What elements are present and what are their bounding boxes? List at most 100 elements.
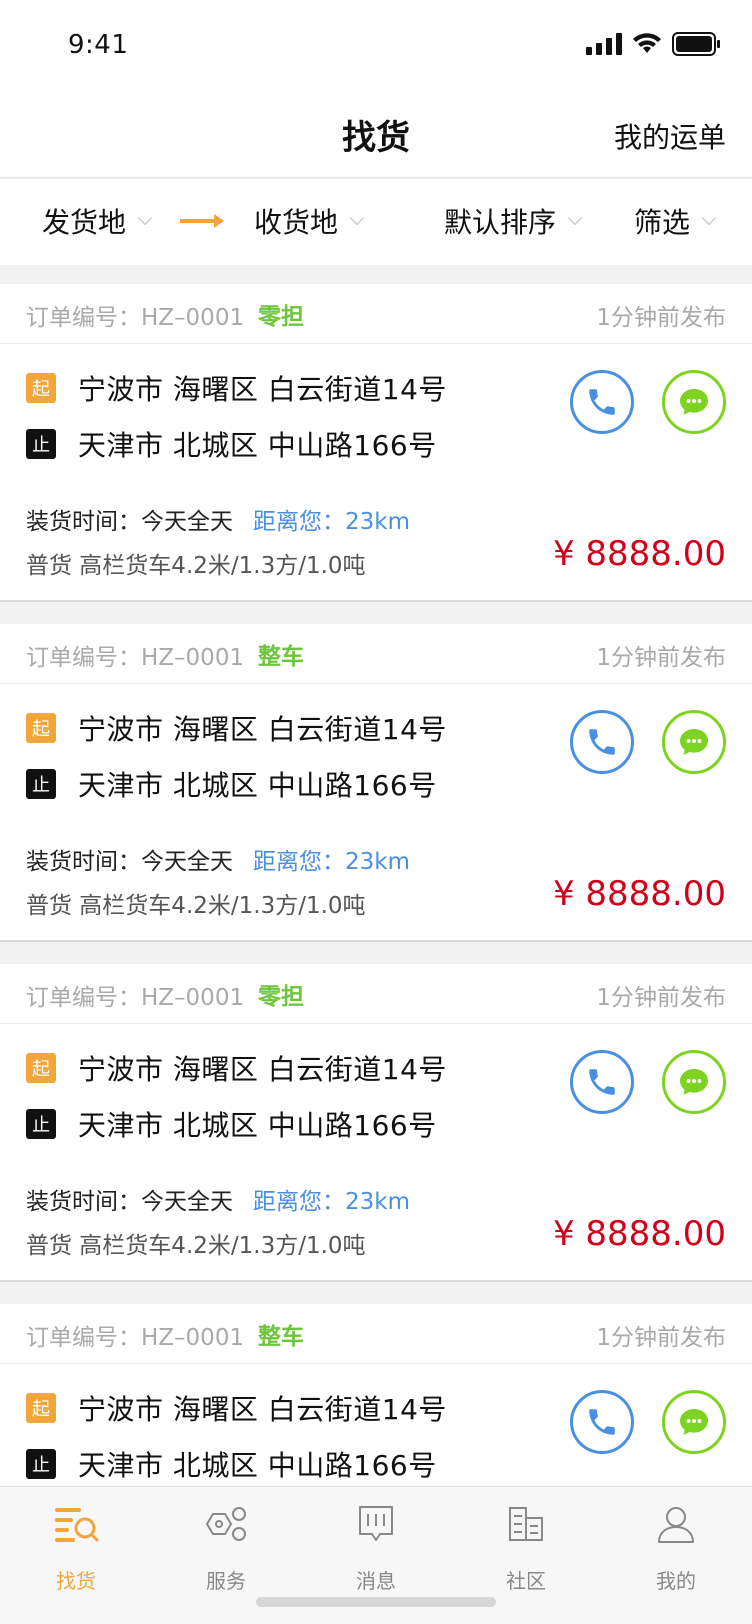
- load-time: 装货时间：今天全天: [26, 1189, 233, 1215]
- chevron-down-icon: [701, 210, 717, 226]
- order-type-tag: 整车: [258, 1324, 304, 1350]
- tab-find-goods[interactable]: 找货: [16, 1499, 136, 1594]
- order-number: 订单编号：HZ–0001: [26, 985, 245, 1011]
- nav-bar: 找货 我的运单: [0, 88, 752, 178]
- tab-label: 我的: [656, 1569, 696, 1593]
- home-indicator[interactable]: [256, 1597, 496, 1607]
- order-card-header: 订单编号：HZ–0001 零担 1分钟前发布: [0, 964, 752, 1024]
- chat-icon: [680, 389, 708, 415]
- call-button[interactable]: [570, 1390, 634, 1454]
- destination-filter[interactable]: 收货地: [254, 201, 365, 241]
- price: ¥ 8888.00: [552, 1214, 726, 1254]
- chevron-down-icon: [349, 210, 365, 226]
- community-icon: [509, 1507, 543, 1541]
- start-badge: 起: [26, 713, 56, 743]
- chat-button[interactable]: [662, 710, 726, 774]
- call-button[interactable]: [570, 370, 634, 434]
- message-icon: [359, 1506, 393, 1541]
- tab-bar: 找货 服务 消息 社区 我的: [0, 1486, 752, 1624]
- origin-address: 宁波市 海曙区 白云街道14号: [78, 1393, 447, 1426]
- order-type-tag: 零担: [258, 304, 304, 330]
- posted-time: 1分钟前发布: [596, 645, 726, 671]
- chat-icon: [680, 1409, 708, 1435]
- chat-button[interactable]: [662, 370, 726, 434]
- destination-address-row: 止 天津市 北城区 中山路166号: [26, 764, 437, 804]
- end-badge: 止: [26, 429, 56, 459]
- order-type-tag: 整车: [258, 644, 304, 670]
- call-button[interactable]: [570, 710, 634, 774]
- end-badge: 止: [26, 769, 56, 799]
- distance: 距离您：23km: [253, 509, 410, 535]
- status-icons: [586, 32, 720, 56]
- posted-time: 1分钟前发布: [596, 985, 726, 1011]
- load-time: 装货时间：今天全天: [26, 509, 233, 535]
- tab-profile[interactable]: 我的: [616, 1499, 736, 1594]
- origin-address-row: 起 宁波市 海曙区 白云街道14号: [26, 708, 447, 748]
- destination-address-row: 止 天津市 北城区 中山路166号: [26, 1444, 437, 1484]
- tab-label: 消息: [356, 1569, 396, 1593]
- phone-icon: [589, 389, 615, 415]
- tab-service[interactable]: 服务: [166, 1499, 286, 1594]
- destination-address-row: 止 天津市 北城区 中山路166号: [26, 1104, 437, 1144]
- posted-time: 1分钟前发布: [596, 1325, 726, 1351]
- goods-info: 普货 高栏货车4.2米/1.3方/1.0吨: [26, 893, 366, 919]
- route-arrow-icon: [180, 214, 224, 228]
- destination-address: 天津市 北城区 中山路166号: [78, 429, 437, 462]
- battery-icon: [672, 32, 720, 56]
- price: ¥ 8888.00: [552, 874, 726, 914]
- profile-icon: [658, 1507, 694, 1543]
- destination-address: 天津市 北城区 中山路166号: [78, 1109, 437, 1142]
- order-card[interactable]: 订单编号：HZ–0001 整车 1分钟前发布 起 宁波市 海曙区 白云街道14号…: [0, 624, 752, 942]
- call-button[interactable]: [570, 1050, 634, 1114]
- wifi-icon: [633, 33, 661, 53]
- goods-info: 普货 高栏货车4.2米/1.3方/1.0吨: [26, 1233, 366, 1259]
- tab-community[interactable]: 社区: [466, 1499, 586, 1594]
- origin-address-row: 起 宁波市 海曙区 白云街道14号: [26, 368, 447, 408]
- load-info: 装货时间：今天全天 距离您：23km: [26, 502, 410, 536]
- signal-icon: [586, 33, 622, 55]
- screen-filter[interactable]: 筛选: [634, 201, 717, 241]
- sort-filter[interactable]: 默认排序: [444, 201, 583, 241]
- phone-icon: [589, 729, 615, 755]
- price: ¥ 8888.00: [552, 534, 726, 574]
- chevron-down-icon: [567, 210, 583, 226]
- order-card-header: 订单编号：HZ–0001 整车 1分钟前发布: [0, 624, 752, 684]
- tab-label: 找货: [56, 1569, 96, 1593]
- phone-icon: [589, 1409, 615, 1435]
- start-badge: 起: [26, 1053, 56, 1083]
- origin-address: 宁波市 海曙区 白云街道14号: [78, 373, 447, 406]
- my-waybill-link[interactable]: 我的运单: [614, 116, 726, 156]
- order-card[interactable]: 订单编号：HZ–0001 零担 1分钟前发布 起 宁波市 海曙区 白云街道14号…: [0, 964, 752, 1282]
- destination-address: 天津市 北城区 中山路166号: [78, 1449, 437, 1482]
- order-card-header: 订单编号：HZ–0001 零担 1分钟前发布: [0, 284, 752, 344]
- end-badge: 止: [26, 1109, 56, 1139]
- origin-address: 宁波市 海曙区 白云街道14号: [78, 713, 447, 746]
- chevron-down-icon: [137, 210, 153, 226]
- order-number: 订单编号：HZ–0001: [26, 645, 245, 671]
- order-type-tag: 零担: [258, 984, 304, 1010]
- sort-filter-label: 默认排序: [444, 206, 557, 239]
- chat-button[interactable]: [662, 1050, 726, 1114]
- load-info: 装货时间：今天全天 距离您：23km: [26, 1182, 410, 1216]
- distance: 距离您：23km: [253, 1189, 410, 1215]
- destination-address: 天津市 北城区 中山路166号: [78, 769, 437, 802]
- order-number: 订单编号：HZ–0001: [26, 1325, 245, 1351]
- order-card-header: 订单编号：HZ–0001 整车 1分钟前发布: [0, 1304, 752, 1364]
- destination-filter-label: 收货地: [254, 206, 339, 239]
- phone-icon: [589, 1069, 615, 1095]
- chat-icon: [680, 729, 708, 755]
- tab-message[interactable]: 消息: [316, 1499, 436, 1594]
- order-card[interactable]: 订单编号：HZ–0001 零担 1分钟前发布 起 宁波市 海曙区 白云街道14号…: [0, 284, 752, 602]
- load-time: 装货时间：今天全天: [26, 849, 233, 875]
- goods-info: 普货 高栏货车4.2米/1.3方/1.0吨: [26, 553, 366, 579]
- origin-address-row: 起 宁波市 海曙区 白云街道14号: [26, 1388, 447, 1428]
- chat-button[interactable]: [662, 1390, 726, 1454]
- screen-filter-label: 筛选: [634, 206, 691, 239]
- load-info: 装货时间：今天全天 距离您：23km: [26, 842, 410, 876]
- tab-label: 服务: [206, 1569, 246, 1593]
- origin-filter[interactable]: 发货地: [42, 201, 153, 241]
- chat-icon: [680, 1069, 708, 1095]
- distance: 距离您：23km: [253, 849, 410, 875]
- find-goods-icon: [55, 1508, 99, 1542]
- service-icon: [205, 1507, 246, 1541]
